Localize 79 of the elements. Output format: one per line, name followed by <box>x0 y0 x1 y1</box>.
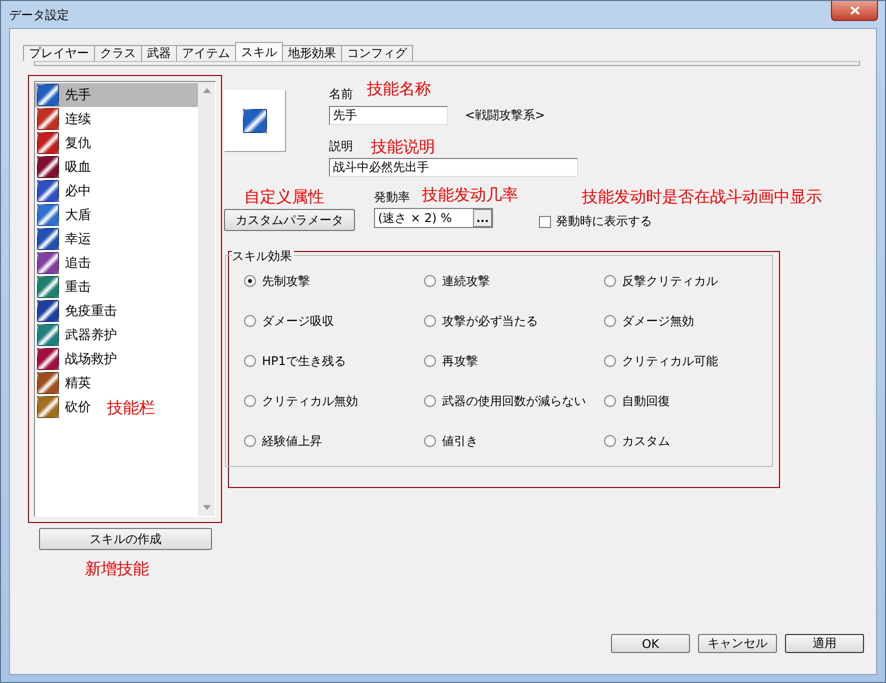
effect-radio[interactable]: 自動回復 <box>604 391 670 411</box>
skill-list-item[interactable]: 战场救护 <box>35 347 123 371</box>
show-checkbox[interactable]: 発動時に表示する <box>539 213 822 230</box>
effect-radio[interactable]: 値引き <box>424 431 478 451</box>
effect-radio[interactable]: ダメージ無効 <box>604 311 694 331</box>
skill-name: 吸血 <box>65 159 91 176</box>
create-skill-button[interactable]: スキルの作成 <box>39 528 212 550</box>
annotation-text: 技能发动几率 <box>422 185 518 206</box>
annotation-text: 技能说明 <box>371 137 435 158</box>
tab[interactable]: 地形効果 <box>282 45 342 61</box>
skill-name: 武器养护 <box>65 327 117 344</box>
effect-radio[interactable]: カスタム <box>604 431 670 451</box>
description-field[interactable]: 战斗中必然先出手 <box>329 158 578 177</box>
dialog-button[interactable]: キャンセル <box>698 634 777 653</box>
rate-field[interactable]: (速さ × 2) % ... <box>374 208 493 228</box>
tab[interactable]: スキル <box>235 42 283 61</box>
skill-list-item[interactable]: 免疫重击 <box>35 299 123 323</box>
tab[interactable]: アイテム <box>176 45 236 61</box>
skill-name: 先手 <box>65 87 91 104</box>
effect-radio[interactable]: HP1で生き残る <box>244 351 346 371</box>
annotation-text: 新增技能 <box>85 559 150 580</box>
effect-radio[interactable]: 連続攻撃 <box>424 271 490 291</box>
tab[interactable]: コンフィグ <box>341 45 413 61</box>
skill-list-item[interactable]: 大盾 <box>35 203 97 227</box>
skill-name: 免疫重击 <box>65 303 117 320</box>
effect-radio[interactable]: 先制攻撃 <box>244 271 310 291</box>
skill-list-item[interactable]: 必中 <box>35 179 97 203</box>
dialog-button[interactable]: 適用 <box>785 634 864 653</box>
skill-name: 追击 <box>65 255 91 272</box>
skill-list-item[interactable]: 幸运 <box>35 227 97 251</box>
close-icon <box>850 6 860 15</box>
effect-radio[interactable]: 武器の使用回数が減らない <box>424 391 586 411</box>
annotation-text: 自定义属性 <box>243 187 325 208</box>
skill-name: 复仇 <box>65 135 91 152</box>
scroll-up-icon[interactable] <box>202 88 210 93</box>
close-button[interactable] <box>831 1 878 21</box>
category-label: <戦闘攻撃系> <box>465 107 546 124</box>
scrollbar[interactable] <box>198 82 215 516</box>
skill-list-item[interactable]: 追击 <box>35 251 97 275</box>
skill-list-item[interactable]: 复仇 <box>35 131 97 155</box>
annotation-text: 技能发动时是否在战斗动画中显示 <box>582 187 822 208</box>
dialog-button[interactable]: OK <box>611 634 690 653</box>
skill-name: 连续 <box>65 111 91 128</box>
skill-name: 精英 <box>65 375 91 392</box>
tab[interactable]: クラス <box>94 45 142 61</box>
annotation-text: 技能栏 <box>107 398 155 419</box>
effect-radio[interactable]: 経験値上昇 <box>244 431 322 451</box>
skill-list-item[interactable]: 连续 <box>35 107 97 131</box>
skill-list-item[interactable]: 武器养护 <box>35 323 123 347</box>
effect-radio[interactable]: クリティカル可能 <box>604 351 718 371</box>
skill-list-item[interactable]: 重击 <box>35 275 97 299</box>
name-label: 名前 <box>329 86 353 103</box>
effect-radio[interactable]: 再攻撃 <box>424 351 478 371</box>
skill-list-item[interactable]: 先手 <box>35 83 198 107</box>
name-field[interactable]: 先手 <box>329 106 448 125</box>
window-title: データ設定 <box>9 7 69 24</box>
skill-name: 必中 <box>65 183 91 200</box>
formula-button[interactable]: ... <box>473 209 492 227</box>
skill-icon <box>243 109 267 133</box>
skill-name: 重击 <box>65 279 91 296</box>
skill-name: 大盾 <box>65 207 91 224</box>
group-title: スキル効果 <box>232 248 294 265</box>
rate-label: 発動率 <box>374 189 410 206</box>
scroll-down-icon[interactable] <box>202 505 210 510</box>
tab[interactable]: プレイヤー <box>23 45 95 61</box>
description-label: 説明 <box>329 138 353 155</box>
tab[interactable]: 武器 <box>141 45 177 61</box>
effect-radio[interactable]: 攻撃が必ず当たる <box>424 311 538 331</box>
skill-list-item[interactable]: 吸血 <box>35 155 97 179</box>
effect-radio[interactable]: クリティカル無効 <box>244 391 358 411</box>
effect-radio[interactable]: 反撃クリティカル <box>604 271 718 291</box>
skill-list-item[interactable]: 砍价 <box>35 395 97 419</box>
skill-list-item[interactable]: 精英 <box>35 371 97 395</box>
skill-name: 战场救护 <box>65 351 117 368</box>
skill-name: 砍价 <box>65 399 91 416</box>
custom-parameter-button[interactable]: カスタムパラメータ <box>224 209 355 231</box>
skill-name: 幸运 <box>65 231 91 248</box>
annotation-text: 技能名称 <box>367 79 431 100</box>
effect-radio[interactable]: ダメージ吸収 <box>244 311 334 331</box>
